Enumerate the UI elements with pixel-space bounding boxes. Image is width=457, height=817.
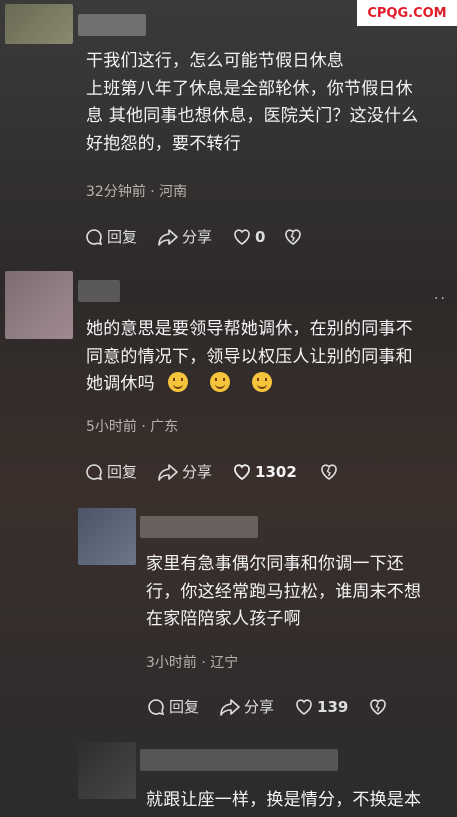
watermark-logo: CPQG.COM — [357, 0, 457, 26]
smile-emoji-icon — [210, 372, 231, 392]
share-icon — [220, 698, 240, 716]
comment-line: 行，你这经常跑马拉松，谁周末不想 — [146, 581, 422, 602]
username-blurred[interactable] — [140, 749, 338, 771]
more-options-icon[interactable]: ·· — [434, 291, 447, 307]
comment-line: 在家陪陪家人孩子啊 — [146, 609, 301, 629]
comment-line: 好抱怨的，要不转行 — [86, 133, 241, 154]
dislike-button[interactable] — [283, 227, 306, 247]
comment-text: 就跟让座一样，换是情分，不换是本 — [146, 787, 457, 815]
comment-actions: 回复 分享 0 — [84, 226, 326, 247]
comment-text: 干我们这行，怎么可能节假日休息 上班第八年了休息是全部轮休，你节假日休 息 其他… — [86, 48, 456, 158]
comment-meta: 5小时前 · 广东 — [86, 419, 179, 435]
broken-heart-icon — [285, 228, 302, 245]
reply-button[interactable]: 回复 — [84, 461, 137, 482]
heart-icon — [234, 463, 250, 480]
comment-line: 就跟让座一样，换是情分，不换是本 — [146, 790, 422, 810]
share-button[interactable]: 分享 — [157, 461, 212, 482]
reply-label: 回复 — [107, 228, 138, 246]
username-blurred[interactable] — [78, 14, 146, 36]
reply-icon — [86, 463, 103, 480]
comment-line: 上班第八年了休息是全部轮休，你节假日休 — [86, 78, 413, 99]
like-button[interactable]: 0 — [232, 227, 265, 247]
reply-label: 回复 — [107, 463, 138, 481]
comment-line: 干我们这行，怎么可能节假日休息 — [86, 51, 344, 71]
heart-icon — [234, 228, 250, 245]
dislike-button[interactable] — [319, 462, 342, 482]
username-blurred[interactable] — [78, 280, 120, 302]
avatar[interactable] — [78, 742, 136, 799]
comment-actions: 回复 分享 139 — [146, 696, 411, 717]
reply-button[interactable]: 回复 — [146, 696, 199, 717]
share-icon — [158, 228, 178, 246]
comment-actions: 回复 分享 1302 — [84, 461, 362, 482]
comment-line: 她调休吗 — [86, 374, 155, 394]
share-button[interactable]: 分享 — [157, 226, 212, 247]
smile-emoji-icon — [251, 372, 272, 392]
comment-line-with-emoji: 她调休吗 — [86, 371, 456, 399]
like-count: 139 — [317, 697, 349, 716]
share-label: 分享 — [244, 698, 275, 716]
comment-text: 她的意思是要领导帮她调休，在别的同事不 同意的情况下，领导以权压人让别的同事和 … — [86, 316, 456, 399]
comment-text: 家里有急事偶尔同事和你调一下还 行，你这经常跑马拉松，谁周末不想 在家陪陪家人孩… — [146, 551, 451, 634]
share-label: 分享 — [182, 228, 213, 246]
like-count: 0 — [255, 227, 266, 246]
reply-icon — [148, 698, 165, 715]
comment-meta: 3小时前 · 辽宁 — [146, 655, 239, 671]
like-count: 1302 — [255, 462, 297, 481]
avatar[interactable] — [5, 271, 73, 339]
reply-icon — [86, 228, 103, 245]
comment-line: 同意的情况下，领导以权压人让别的同事和 — [86, 346, 413, 367]
broken-heart-icon — [370, 698, 387, 715]
comment-line: 息 其他同事也想休息，医院关门？这没什么 — [86, 106, 419, 126]
heart-icon — [296, 698, 312, 715]
reply-label: 回复 — [169, 698, 200, 716]
avatar[interactable] — [5, 4, 73, 44]
share-button[interactable]: 分享 — [219, 696, 274, 717]
share-label: 分享 — [182, 463, 213, 481]
reply-button[interactable]: 回复 — [84, 226, 137, 247]
comment-line: 她的意思是要领导帮她调休，在别的同事不 — [86, 319, 413, 339]
smile-emoji-icon — [168, 372, 189, 392]
like-button[interactable]: 139 — [294, 697, 348, 717]
like-button[interactable]: 1302 — [232, 462, 297, 482]
username-blurred[interactable] — [140, 516, 258, 538]
broken-heart-icon — [320, 463, 337, 480]
share-icon — [158, 463, 178, 481]
comment-line: 家里有急事偶尔同事和你调一下还 — [146, 554, 404, 574]
dislike-button[interactable] — [368, 697, 391, 717]
comment-meta: 32分钟前 · 河南 — [86, 184, 188, 200]
avatar[interactable] — [78, 508, 136, 565]
